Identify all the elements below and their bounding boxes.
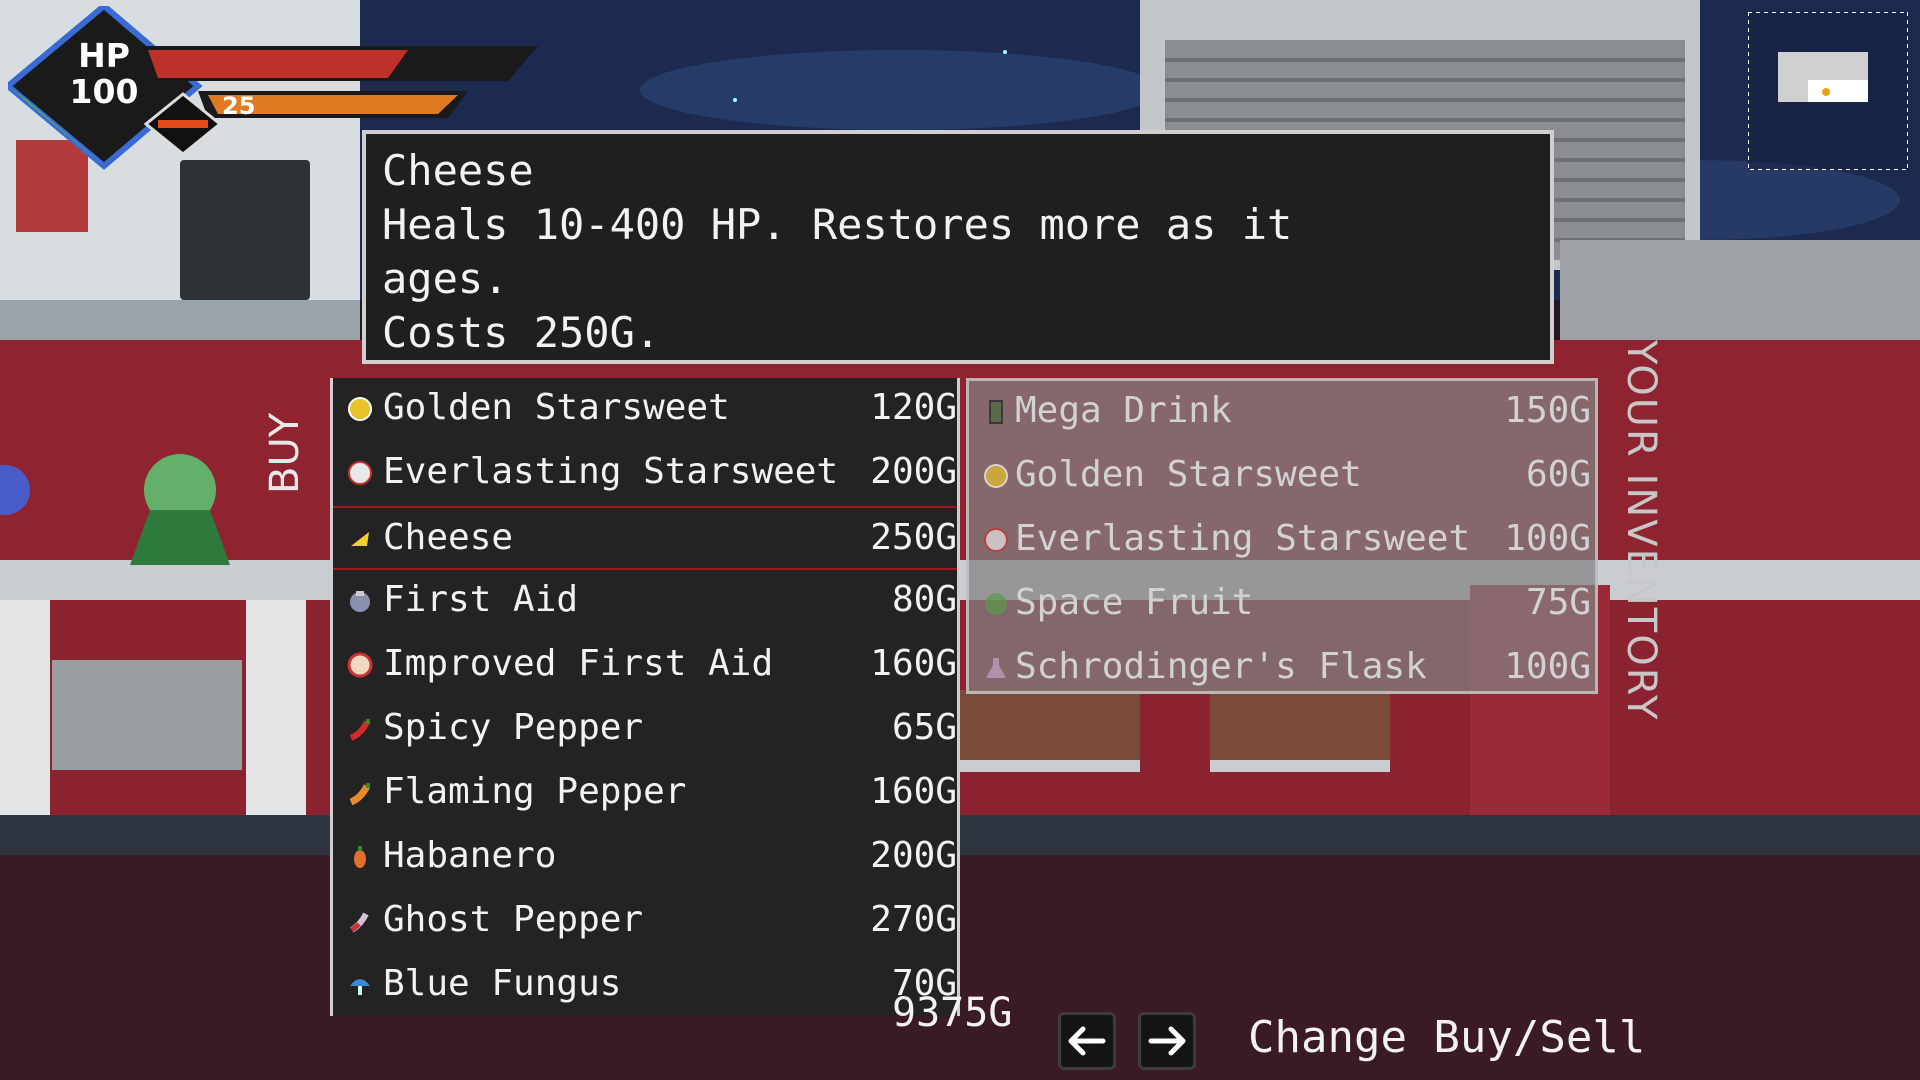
shop-item-spicy-pepper[interactable]: Spicy Pepper 65G <box>333 698 957 762</box>
item-name: Golden Starsweet <box>383 387 730 428</box>
shop-item-blue-fungus[interactable]: Blue Fungus 70G <box>333 954 957 1018</box>
everlasting-starsweet-icon <box>348 461 372 485</box>
shop-item-first-aid[interactable]: First Aid 80G <box>333 570 957 634</box>
flaming-pepper-icon <box>349 783 371 806</box>
inventory-item-golden-starsweet[interactable]: Golden Starsweet 60G <box>969 445 1595 509</box>
schrodingers-flask-icon <box>986 658 1006 678</box>
buy-panel-label: BUY <box>262 412 308 494</box>
item-price: 75G <box>1525 582 1591 623</box>
item-name: Cheese <box>383 517 514 558</box>
inventory-item-everlasting-starsweet[interactable]: Everlasting Starsweet 100G <box>969 509 1595 573</box>
hp-value: 100 <box>69 72 139 111</box>
item-name: Spicy Pepper <box>383 707 644 748</box>
shop-item-cheese[interactable]: Cheese 250G <box>333 506 957 570</box>
item-name: Everlasting Starsweet <box>383 451 839 492</box>
inventory-panel-label: YOUR INVENTORY <box>1618 340 1664 722</box>
cheese-icon <box>351 532 369 546</box>
gold-counter: 9375G <box>892 990 1013 1036</box>
item-price: 250G <box>870 517 957 558</box>
inventory-item-schrodingers-flask[interactable]: Schrodinger's Flask 100G <box>969 637 1595 701</box>
inventory-item-mega-drink[interactable]: Mega Drink 150G <box>969 381 1595 445</box>
item-price: 60G <box>1525 454 1591 495</box>
item-name: Ghost Pepper <box>383 899 644 940</box>
item-name: Everlasting Starsweet <box>1015 518 1471 559</box>
previous-page-button[interactable] <box>1058 1012 1116 1070</box>
spicy-pepper-icon <box>349 719 370 741</box>
shop-item-habanero[interactable]: Habanero 200G <box>333 826 957 890</box>
ammo-value: 25 <box>222 92 256 120</box>
item-price: 160G <box>870 771 957 812</box>
golden-starsweet-icon <box>984 464 1008 488</box>
golden-starsweet-icon <box>348 397 372 421</box>
shop-item-everlasting-starsweet[interactable]: Everlasting Starsweet 200G <box>333 442 957 506</box>
arrow-left-icon <box>1068 1026 1106 1056</box>
inventory-item-space-fruit[interactable]: Space Fruit 75G <box>969 573 1595 637</box>
item-price: 160G <box>870 643 957 684</box>
inventory-list: Mega Drink 150G Golden Starsweet 60G Eve… <box>966 378 1598 694</box>
ghost-pepper-icon <box>350 912 369 933</box>
item-price: 65G <box>891 707 957 748</box>
item-name: Schrodinger's Flask <box>1015 646 1427 687</box>
item-price: 200G <box>870 835 957 876</box>
item-description-text: Cheese Heals 10-400 HP. Restores more as… <box>382 146 1293 357</box>
item-description-box: Cheese Heals 10-400 HP. Restores more as… <box>362 130 1554 364</box>
item-name: Mega Drink <box>1015 390 1232 431</box>
hp-display: HP 100 <box>64 38 144 110</box>
hp-label: HP <box>78 36 130 75</box>
item-price: 120G <box>870 387 957 428</box>
improved-first-aid-icon <box>347 652 373 678</box>
shop-item-golden-starsweet[interactable]: Golden Starsweet 120G <box>333 378 957 442</box>
item-name: Blue Fungus <box>383 963 622 1004</box>
item-price: 80G <box>891 579 957 620</box>
item-name: Space Fruit <box>1015 582 1254 623</box>
minimap <box>1748 12 1908 170</box>
item-price: 150G <box>1504 390 1591 431</box>
player-marker-icon <box>1822 88 1830 96</box>
item-price: 200G <box>870 451 957 492</box>
item-name: First Aid <box>383 579 579 620</box>
item-name: Golden Starsweet <box>1015 454 1362 495</box>
change-buy-sell-label: Change Buy/Sell <box>1248 1012 1646 1063</box>
shop-item-improved-first-aid[interactable]: Improved First Aid 160G <box>333 634 957 698</box>
next-page-button[interactable] <box>1138 1012 1196 1070</box>
arrow-right-icon <box>1148 1026 1186 1056</box>
shop-item-flaming-pepper[interactable]: Flaming Pepper 160G <box>333 762 957 826</box>
blue-fungus-icon <box>350 979 370 995</box>
first-aid-icon <box>350 591 370 612</box>
item-price: 100G <box>1504 518 1591 559</box>
item-price: 270G <box>870 899 957 940</box>
item-name: Habanero <box>383 835 557 876</box>
item-price: 100G <box>1504 646 1591 687</box>
habanero-icon <box>354 846 366 868</box>
everlasting-starsweet-icon <box>984 528 1008 552</box>
space-fruit-icon <box>985 593 1007 615</box>
item-name: Improved First Aid <box>383 643 774 684</box>
shop-buy-list: Golden Starsweet 120G Everlasting Starsw… <box>330 378 960 1016</box>
shop-item-ghost-pepper[interactable]: Ghost Pepper 270G <box>333 890 957 954</box>
mega-drink-icon <box>989 400 1003 424</box>
item-name: Flaming Pepper <box>383 771 687 812</box>
